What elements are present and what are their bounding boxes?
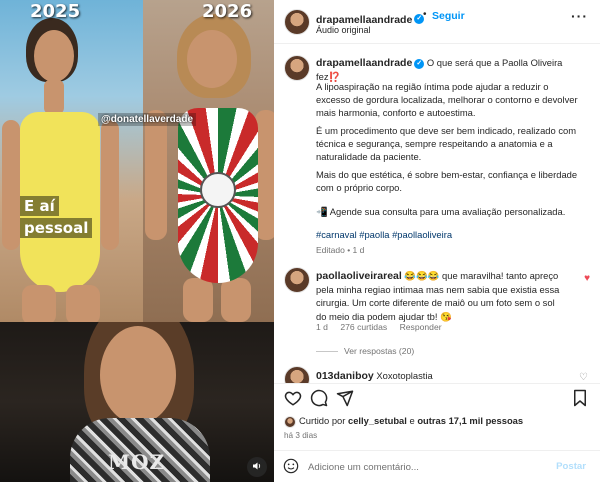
face-shape	[34, 30, 74, 82]
post-comment-button[interactable]: Postar	[556, 461, 586, 472]
liker-username[interactable]: celly_setubal	[348, 415, 407, 426]
post-timestamp[interactable]: há 3 dias	[284, 431, 317, 440]
caption-paragraph: É um procedimento que deve ser bem indic…	[316, 125, 577, 163]
heart-icon[interactable]: ♥	[584, 273, 590, 284]
view-replies-label: Ver respostas (20)	[344, 346, 415, 356]
commenter-username[interactable]: 013daniboy	[316, 370, 374, 382]
verified-badge-icon: ✓	[414, 58, 425, 69]
caption-author-avatar[interactable]	[284, 55, 310, 81]
video-caption-line1: E aí	[20, 196, 59, 216]
neck-shape	[44, 80, 64, 114]
speaker-icon	[252, 461, 262, 472]
commenter-avatar[interactable]	[284, 366, 310, 383]
overlay-handle: @donatellaverdade	[98, 113, 197, 126]
follow-button[interactable]: Seguir	[432, 10, 465, 22]
comment-text: Xoxotoplastia	[376, 370, 433, 381]
post-header: drapamellaandrade ✓ • Seguir Áudio origin…	[274, 0, 600, 44]
share-send-icon[interactable]	[336, 389, 354, 412]
leg-shape	[221, 278, 251, 322]
likes-summary[interactable]: Curtido por celly_setubal e outras 17,1 …	[284, 415, 523, 428]
arm-shape	[145, 110, 167, 240]
caption-author-username[interactable]: drapamellaandrade	[316, 57, 412, 69]
caption-hashtags[interactable]: #carnaval #paolla #paollaoliveira	[316, 228, 584, 241]
caption-paragraph: 📲 Agende sua consulta para uma avaliação…	[316, 206, 566, 217]
emoji-icon[interactable]	[283, 458, 299, 478]
commenter-username[interactable]: paollaoliveirareal	[316, 270, 402, 282]
commenter-avatar[interactable]	[284, 267, 310, 293]
heart-icon[interactable]: ♡	[579, 372, 588, 383]
comment-meta: 1 d 276 curtidas Responder	[316, 322, 452, 332]
action-bar	[274, 383, 600, 413]
leg-shape	[22, 285, 56, 322]
view-replies-button[interactable]: Ver respostas (20)	[316, 346, 414, 356]
comments-scroll-area[interactable]: drapamellaandrade ✓ O que será que a Paol…	[274, 45, 600, 383]
more-options-button[interactable]: ···	[571, 8, 588, 24]
comment-body: 013daniboy Xoxotoplastia	[316, 369, 584, 383]
divider-line	[316, 351, 338, 353]
year-label-left: 2025	[30, 1, 81, 22]
bookmark-icon[interactable]	[572, 389, 588, 412]
emblem-icon	[200, 172, 236, 208]
add-comment-bar: Postar	[274, 450, 600, 482]
comment-time: 1 d	[316, 322, 328, 332]
author-avatar[interactable]	[284, 9, 310, 35]
post-details-panel: drapamellaandrade ✓ • Seguir Áudio origin…	[274, 0, 600, 482]
caption-paragraph: Mais do que estética, é sobre bem-estar,…	[316, 169, 578, 194]
like-heart-icon[interactable]	[284, 389, 302, 412]
comment-body: paollaoliveirareal 😂😂😂 que maravilha! ta…	[316, 269, 566, 323]
volume-button[interactable]	[247, 457, 267, 477]
comment-likes[interactable]: 276 curtidas	[340, 322, 387, 332]
comment-input[interactable]	[308, 459, 548, 475]
likes-middle: e	[406, 415, 418, 426]
likes-prefix: Curtido por	[299, 415, 348, 426]
year-label-right: 2026	[202, 1, 253, 22]
leg-shape	[183, 278, 213, 322]
post-media[interactable]: MOZ 2025 2026 @donatellaverdade E aí pes…	[0, 0, 274, 482]
caption-paragraph: A lipoaspiração na região íntima pode aj…	[316, 81, 578, 119]
shirt-text: MOZ	[108, 450, 166, 474]
arm-shape	[2, 120, 20, 250]
separator-dot: •	[423, 9, 427, 20]
arm-shape	[101, 120, 119, 250]
comment-bubble-icon[interactable]	[310, 389, 328, 412]
face-shape	[187, 30, 237, 88]
likes-others[interactable]: outras 17,1 mil pessoas	[417, 415, 523, 426]
reply-button[interactable]: Responder	[400, 322, 442, 332]
caption-edited-label: Editado • 1 d	[316, 245, 365, 255]
video-caption-line2: pessoal	[20, 218, 93, 238]
liker-avatar	[284, 415, 296, 428]
photo-2025	[0, 0, 143, 322]
leg-shape	[66, 285, 100, 322]
audio-label[interactable]: Áudio original	[316, 25, 371, 35]
face-shape	[100, 326, 176, 424]
